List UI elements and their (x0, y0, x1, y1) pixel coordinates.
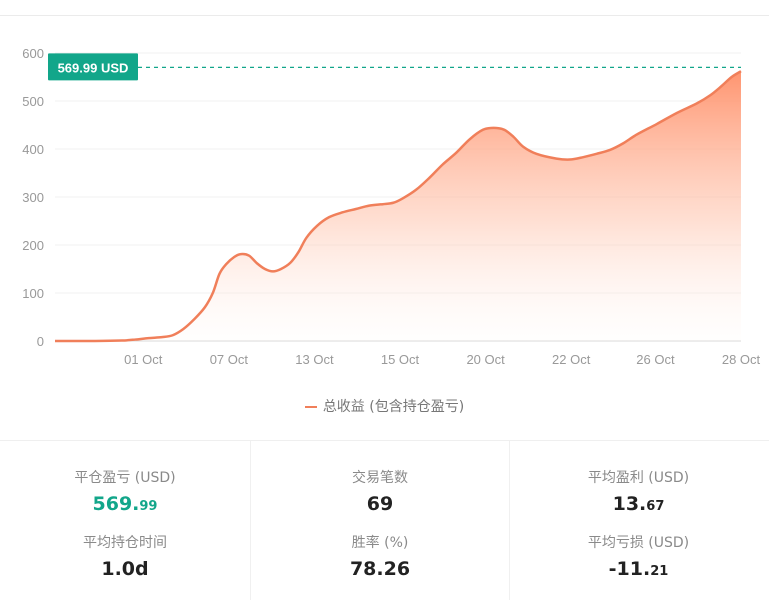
stat-closed-pnl: 平仓盈亏 (USD) 569.99 (0, 469, 250, 518)
pnl-area-chart: 0 100 200 300 400 500 600 01 Oct 07 Oct 13 Oct 15… (22, 46, 761, 367)
stat-value-int: -11. (608, 558, 651, 580)
y-tick-label: 200 (22, 238, 44, 253)
legend-label: 总收益 (包含持仓盈亏) (322, 399, 465, 415)
x-tick-label: 15 Oct (381, 352, 420, 367)
stat-value: 569.99 (0, 493, 250, 518)
legend-swatch (304, 406, 317, 408)
stats-column-3: 平均盈利 (USD) 13.67 平均亏损 (USD) -11.21 (508, 441, 769, 600)
stat-value-int: 13. (612, 493, 647, 515)
stat-avg-profit: 平均盈利 (USD) 13.67 (508, 469, 769, 518)
stat-avg-hold-time: 平均持仓时间 1.0d (0, 534, 250, 580)
max-value-label: 569.99 USD (58, 60, 129, 75)
y-tick-label: 500 (22, 94, 44, 109)
stat-label: 平仓盈亏 (USD) (74, 470, 176, 486)
x-tick-label: 28 Oct (722, 352, 761, 367)
series-area-fill (55, 71, 741, 342)
stat-label: 交易笔数 (352, 470, 408, 486)
stat-value: 69 (366, 493, 394, 515)
stat-label: 平均持仓时间 (83, 535, 167, 551)
stat-value-dec: 99 (139, 499, 158, 514)
stat-label: 平均盈利 (USD) (587, 470, 690, 486)
stat-value: 1.0d (101, 558, 149, 580)
y-tick-label: 600 (22, 46, 44, 61)
x-tick-label: 01 Oct (124, 352, 163, 367)
stat-value-dec: 67 (646, 499, 665, 514)
stat-value: 13.67 (508, 493, 769, 518)
stat-label: 胜率 (%) (351, 535, 409, 551)
stats-column-2: 交易笔数 69 胜率 (%) 78.26 (250, 441, 510, 600)
stat-label: 平均亏损 (USD) (587, 535, 690, 551)
stat-avg-loss: 平均亏损 (USD) -11.21 (508, 534, 769, 583)
stats-column-1: 平仓盈亏 (USD) 569.99 平均持仓时间 1.0d (0, 441, 250, 600)
x-tick-label: 13 Oct (295, 352, 334, 367)
top-bar (0, 0, 769, 16)
y-tick-label: 400 (22, 142, 44, 157)
y-tick-label: 0 (37, 334, 44, 349)
chart-legend[interactable]: 总收益 (包含持仓盈亏) (0, 396, 769, 416)
stat-value: 78.26 (349, 558, 411, 580)
x-tick-label: 26 Oct (636, 352, 675, 367)
x-tick-label: 22 Oct (552, 352, 591, 367)
x-tick-label: 20 Oct (466, 352, 505, 367)
stat-value-dec: 21 (650, 564, 669, 579)
stat-win-rate: 胜率 (%) 78.26 (251, 534, 509, 580)
y-tick-label: 300 (22, 190, 44, 205)
stat-value-int: 569. (92, 493, 140, 515)
stat-value: -11.21 (508, 558, 769, 583)
max-value-badge: 569.99 USD (48, 53, 138, 81)
y-tick-label: 100 (22, 286, 44, 301)
stats-panel: 平仓盈亏 (USD) 569.99 平均持仓时间 1.0d 交易笔数 69 胜率… (0, 441, 769, 600)
stat-trade-count: 交易笔数 69 (251, 469, 509, 515)
x-tick-label: 07 Oct (210, 352, 249, 367)
